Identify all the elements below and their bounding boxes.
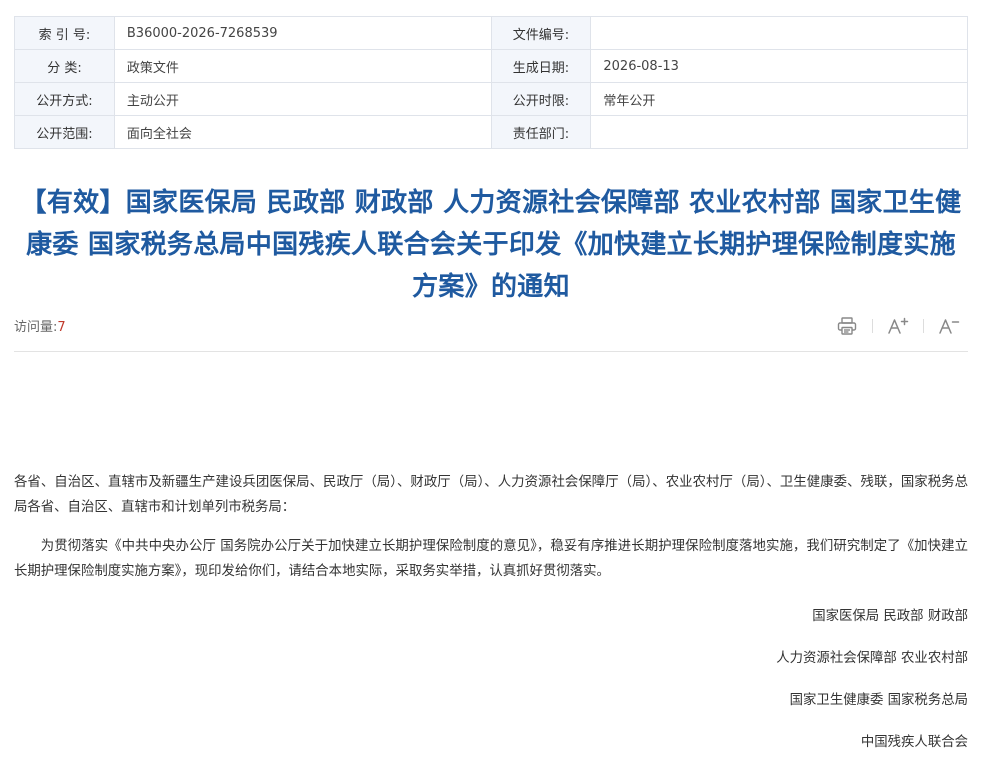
addressee-paragraph: 各省、自治区、直辖市及新疆生产建设兵团医保局、民政厅（局）、财政厅（局）、人力资… <box>14 475 968 515</box>
document-metadata-table: 索 引 号: B36000-2026-7268539 文件编号: 分 类: 政策… <box>14 16 968 149</box>
article-tools <box>834 314 962 338</box>
responsible-dept-value <box>590 115 968 149</box>
signature-line: 国家卫生健康委 国家税务总局 <box>789 693 968 708</box>
article-info-bar: 访问量:7 <box>14 310 968 352</box>
tool-divider <box>923 319 924 333</box>
font-decrease-button[interactable] <box>936 314 962 338</box>
disclosure-scope-label: 公开范围: <box>14 115 115 149</box>
page-title: 【有效】国家医保局 民政部 财政部 人力资源社会保障部 农业农村部 国家卫生健康… <box>20 188 962 302</box>
document-number-label: 文件编号: <box>490 16 592 50</box>
visit-count: 访问量:7 <box>14 316 66 335</box>
print-icon <box>837 317 857 335</box>
visit-count-value: 7 <box>57 320 66 335</box>
disclosure-method-value: 主动公开 <box>113 82 492 116</box>
responsible-dept-label: 责任部门: <box>490 115 592 149</box>
document-number-value <box>590 16 968 50</box>
date-label: 生成日期: <box>490 49 592 83</box>
print-button[interactable] <box>834 314 860 338</box>
index-number-value: B36000-2026-7268539 <box>113 16 492 50</box>
metadata-row: 公开范围: 面向全社会 责任部门: <box>14 115 968 149</box>
metadata-row: 公开方式: 主动公开 公开时限: 常年公开 <box>14 82 968 116</box>
article-content: 各省、自治区、直辖市及新疆生产建设兵团医保局、民政厅（局）、财政厅（局）、人力资… <box>14 470 968 755</box>
metadata-row: 分 类: 政策文件 生成日期: 2026-08-13 <box>14 49 968 83</box>
disclosure-method-label: 公开方式: <box>14 82 115 116</box>
disclosure-period-value: 常年公开 <box>590 82 968 116</box>
disclosure-scope-value: 面向全社会 <box>113 115 492 149</box>
disclosure-period-label: 公开时限: <box>490 82 592 116</box>
font-increase-button[interactable] <box>885 314 911 338</box>
category-value: 政策文件 <box>113 49 492 83</box>
tool-divider <box>872 319 873 333</box>
date-value: 2026-08-13 <box>590 49 968 83</box>
font-increase-icon <box>888 317 909 334</box>
metadata-row: 索 引 号: B36000-2026-7268539 文件编号: <box>14 16 968 50</box>
signature-line: 中国残疾人联合会 <box>860 735 968 750</box>
index-number-label: 索 引 号: <box>14 16 115 50</box>
visit-count-label: 访问量: <box>14 320 58 335</box>
category-label: 分 类: <box>14 49 115 83</box>
body-paragraph: 为贯彻落实《中共中央办公厅 国务院办公厅关于加快建立长期护理保险制度的意见》，稳… <box>14 539 968 579</box>
signature-line: 国家医保局 民政部 财政部 <box>812 609 968 624</box>
signature-line: 人力资源社会保障部 农业农村部 <box>776 651 968 666</box>
font-decrease-icon <box>939 319 960 334</box>
